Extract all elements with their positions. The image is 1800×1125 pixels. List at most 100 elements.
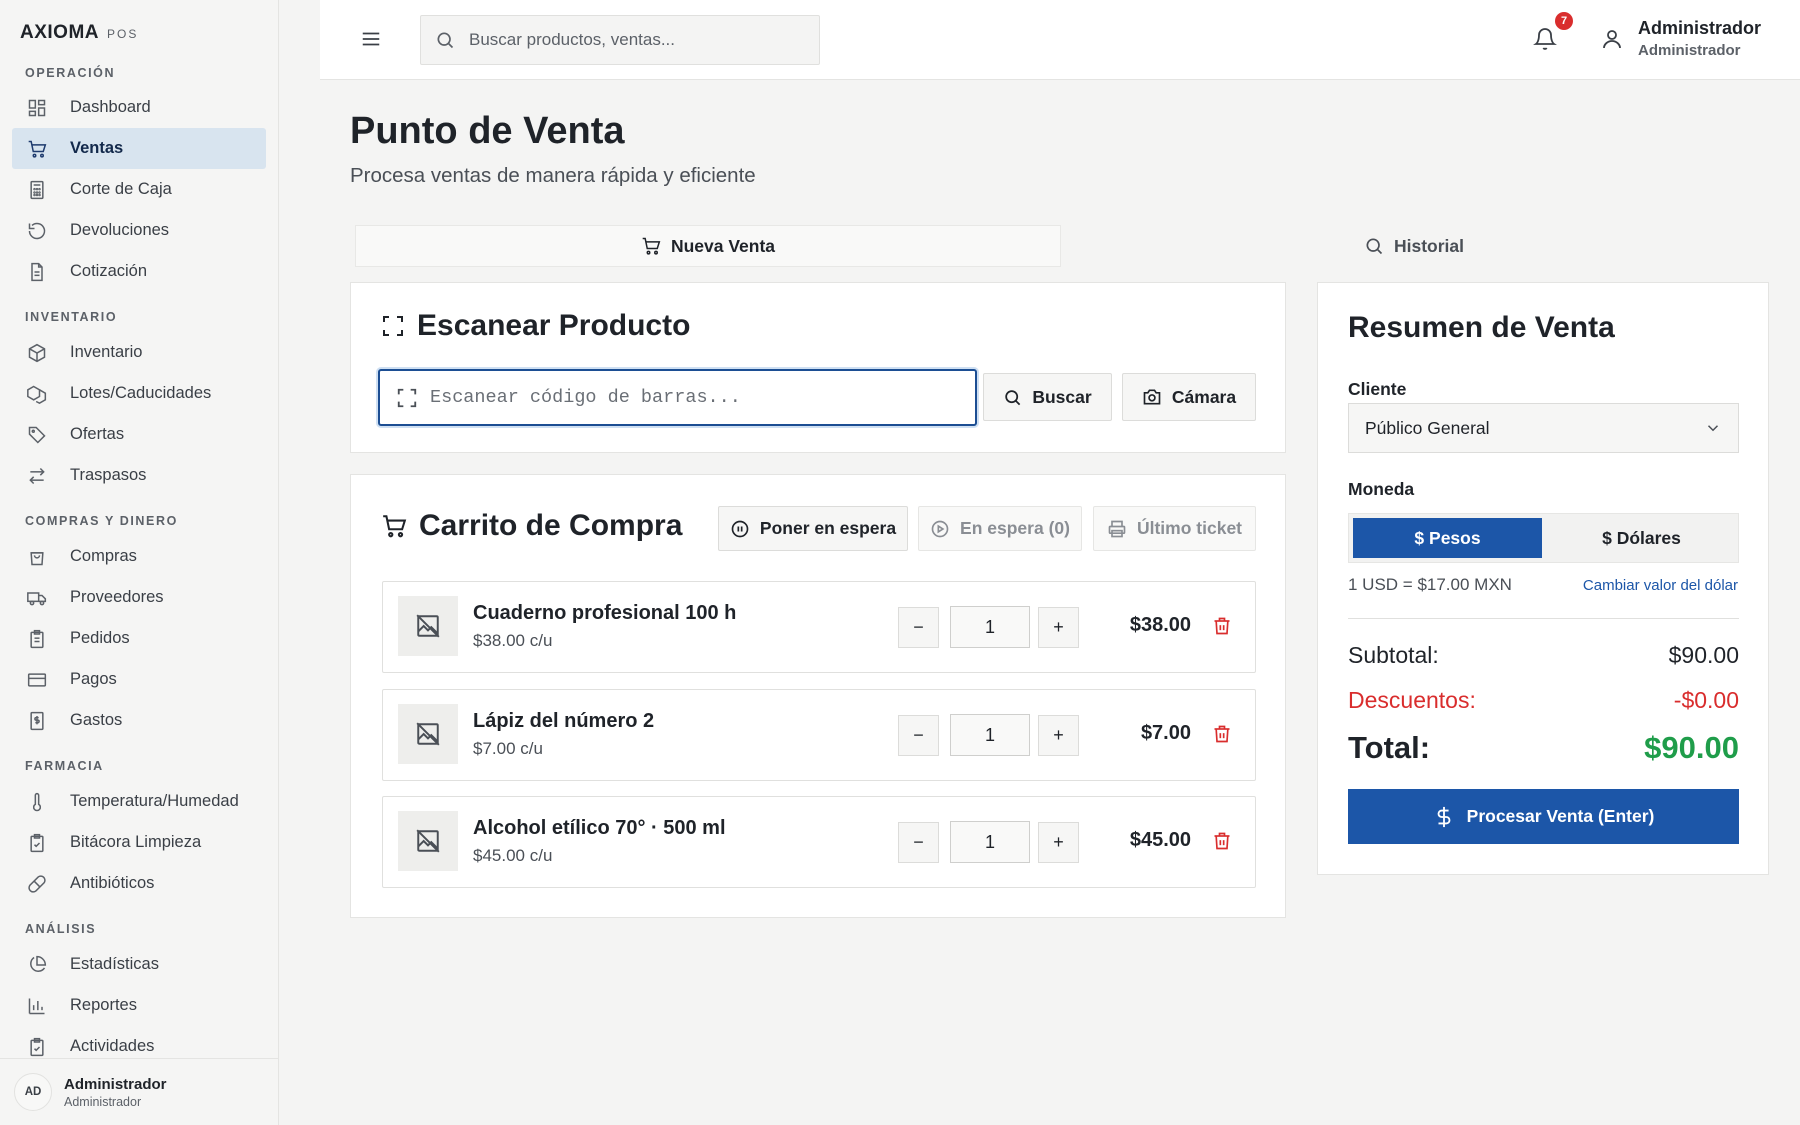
page-title: Punto de Venta xyxy=(350,110,625,152)
divider xyxy=(1348,618,1739,619)
sidebar-item-ofertas[interactable]: Ofertas xyxy=(12,414,266,455)
package-icon xyxy=(24,343,50,363)
sidebar-item-label: Reportes xyxy=(70,996,137,1014)
cart-item: Alcohol etílico 70° · 500 ml $45.00 c/u … xyxy=(382,796,1256,888)
sidebar-item-label: Temperatura/Humedad xyxy=(70,792,239,810)
item-unit-price: $45.00 c/u xyxy=(473,846,553,865)
trash-icon[interactable] xyxy=(1212,723,1232,745)
image-placeholder-icon xyxy=(398,811,458,871)
sidebar-item-ventas[interactable]: Ventas xyxy=(12,128,266,169)
sidebar-item-corte-de-caja[interactable]: Corte de Caja xyxy=(12,169,266,210)
quantity-input[interactable]: 1 xyxy=(950,714,1030,756)
menu-icon[interactable] xyxy=(360,28,382,50)
increase-qty-button[interactable]: + xyxy=(1038,822,1079,863)
undo-icon xyxy=(24,221,50,241)
bell-icon[interactable] xyxy=(1533,26,1557,52)
sidebar-item-antibioticos[interactable]: Antibióticos xyxy=(12,863,266,904)
search-icon xyxy=(435,30,455,50)
decrease-qty-button[interactable]: − xyxy=(898,822,939,863)
sidebar-item-reportes[interactable]: Reportes xyxy=(12,985,266,1026)
search-input[interactable] xyxy=(469,30,799,50)
cart-icon xyxy=(24,139,50,159)
sidebar-item-label: Estadísticas xyxy=(70,955,159,973)
sidebar-item-lotes[interactable]: Lotes/Caducidades xyxy=(12,373,266,414)
sidebar-item-traspasos[interactable]: Traspasos xyxy=(12,455,266,496)
sidebar-item-temperatura[interactable]: Temperatura/Humedad xyxy=(12,781,266,822)
sidebar-item-devoluciones[interactable]: Devoluciones xyxy=(12,210,266,251)
sidebar-item-compras[interactable]: Compras xyxy=(12,536,266,577)
buscar-button[interactable]: Buscar xyxy=(983,373,1112,421)
user-menu[interactable]: Administrador Administrador xyxy=(1600,18,1761,59)
currency-dolares-option[interactable]: $ Dólares xyxy=(1547,518,1736,558)
clipboard-list-icon xyxy=(24,1037,50,1057)
quantity-input[interactable]: 1 xyxy=(950,606,1030,648)
sidebar-item-label: Antibióticos xyxy=(70,874,155,892)
sidebar-item-label: Devoluciones xyxy=(70,221,170,239)
camara-button[interactable]: Cámara xyxy=(1122,373,1256,421)
discounts-value: -$0.00 xyxy=(1673,687,1739,713)
sidebar-item-label: Traspasos xyxy=(70,466,147,484)
last-ticket-button[interactable]: Último ticket xyxy=(1093,506,1256,551)
trash-icon[interactable] xyxy=(1212,615,1232,637)
sidebar-item-proveedores[interactable]: Proveedores xyxy=(12,577,266,618)
hold-sale-button[interactable]: Poner en espera xyxy=(718,506,908,551)
quantity-input[interactable]: 1 xyxy=(950,821,1030,863)
decrease-qty-button[interactable]: − xyxy=(898,715,939,756)
tab-nueva-venta[interactable]: Nueva Venta xyxy=(355,225,1061,267)
sidebar-item-label: Ventas xyxy=(70,139,124,157)
sidebar-item-pagos[interactable]: Pagos xyxy=(12,659,266,700)
item-name: Lápiz del número 2 xyxy=(473,710,655,732)
truck-icon xyxy=(24,588,50,608)
receipt-icon xyxy=(24,711,50,731)
header-user-role: Administrador xyxy=(1638,42,1741,59)
exchange-rate: 1 USD = $17.00 MXN xyxy=(1348,575,1512,594)
nav-section-inventario: INVENTARIO xyxy=(25,310,118,324)
sidebar-item-label: Proveedores xyxy=(70,588,164,606)
sidebar-item-bitacora[interactable]: Bitácora Limpieza xyxy=(12,822,266,863)
nav-section-analisis: ANÁLISIS xyxy=(25,922,97,936)
document-icon xyxy=(24,262,50,282)
sidebar: AXIOMA POS OPERACIÓN Dashboard Ventas Co… xyxy=(0,0,279,1125)
trash-icon[interactable] xyxy=(1212,830,1232,852)
clipboard-icon xyxy=(24,629,50,649)
play-icon xyxy=(930,519,950,539)
barcode-field xyxy=(378,369,977,426)
process-sale-button[interactable]: Procesar Venta (Enter) xyxy=(1348,789,1739,844)
item-total: $7.00 xyxy=(1140,722,1191,744)
credit-card-icon xyxy=(24,670,50,690)
decrease-qty-button[interactable]: − xyxy=(898,607,939,648)
sidebar-item-pedidos[interactable]: Pedidos xyxy=(12,618,266,659)
cart-title: Carrito de Compra xyxy=(381,509,682,543)
change-rate-link[interactable]: Cambiar valor del dólar xyxy=(1583,577,1738,594)
sidebar-item-dashboard[interactable]: Dashboard xyxy=(12,87,266,128)
client-select[interactable]: Público General xyxy=(1348,403,1739,453)
avatar: AD xyxy=(14,1073,52,1111)
image-placeholder-icon xyxy=(398,596,458,656)
sidebar-item-label: Compras xyxy=(70,547,137,565)
barcode-input[interactable] xyxy=(430,387,950,408)
sidebar-item-inventario[interactable]: Inventario xyxy=(12,332,266,373)
item-total: $38.00 xyxy=(1129,614,1191,636)
discounts-row: Descuentos: -$0.00 xyxy=(1348,687,1739,714)
pause-icon xyxy=(730,519,750,539)
sidebar-user-footer[interactable]: AD Administrador Administrador xyxy=(0,1058,279,1125)
on-hold-button[interactable]: En espera (0) xyxy=(918,506,1082,551)
total-value: $90.00 xyxy=(1644,730,1739,765)
currency-label: Moneda xyxy=(1348,479,1415,499)
footer-user-name: Administrador xyxy=(64,1075,167,1093)
increase-qty-button[interactable]: + xyxy=(1038,607,1079,648)
currency-toggle: $ Pesos $ Dólares xyxy=(1348,513,1739,563)
increase-qty-button[interactable]: + xyxy=(1038,715,1079,756)
camara-label: Cámara xyxy=(1171,386,1237,407)
packages-icon xyxy=(24,384,50,404)
sidebar-item-estadisticas[interactable]: Estadísticas xyxy=(12,944,266,985)
sidebar-item-cotizacion[interactable]: Cotización xyxy=(12,251,266,292)
sidebar-item-label: Cotización xyxy=(70,262,148,280)
sidebar-item-gastos[interactable]: Gastos xyxy=(12,700,266,741)
tab-historial[interactable]: Historial xyxy=(1061,225,1767,267)
sidebar-item-label: Dashboard xyxy=(70,98,151,116)
brand-logo[interactable]: AXIOMA POS xyxy=(20,22,138,44)
sidebar-item-label: Lotes/Caducidades xyxy=(70,384,212,402)
process-sale-label: Procesar Venta (Enter) xyxy=(1466,806,1655,826)
currency-pesos-option[interactable]: $ Pesos xyxy=(1353,518,1542,558)
